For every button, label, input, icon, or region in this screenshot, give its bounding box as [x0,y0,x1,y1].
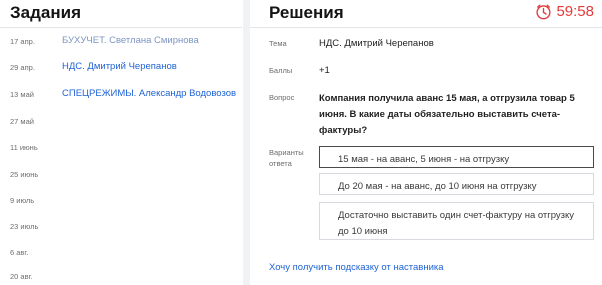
solutions-title: Решения [269,3,344,22]
points-value: +1 [319,65,330,76]
task-row: 23 июль [0,216,242,242]
task-date: 29 апр. [10,63,35,72]
task-date: 25 июнь [10,170,39,179]
topic-value: НДС. Дмитрий Черепанов [319,38,434,49]
answer-option-text: До 20 мая - на аванс, до 10 июня на отгр… [338,181,537,192]
task-row: 25 июнь [0,164,242,190]
task-date: 9 июль [10,196,35,205]
timer-value: 59:58 [556,3,594,20]
task-row: 27 май [0,111,242,137]
task-row: 11 июнь [0,137,242,163]
task-row[interactable]: 17 апр. БУХУЧЕТ. Светлана Смирнова [0,31,242,57]
points-label: Баллы [269,66,293,75]
answer-option-1[interactable]: 15 мая - на аванс, 5 июня - на отгрузку [319,146,594,168]
task-row: 6 авг. [0,242,242,268]
task-link[interactable]: НДС. Дмитрий Черепанов [62,61,177,72]
task-date: 13 май [10,90,34,99]
task-date: 11 июнь [10,143,38,152]
answer-option-text: 15 мая - на аванс, 5 июня - на отгрузку [338,154,510,165]
solutions-panel: Решения 59:58 Тема НДС. Дмитрий Черепано… [250,0,602,285]
task-link[interactable]: БУХУЧЕТ. Светлана Смирнова [62,35,199,46]
tasks-title-divider [0,27,242,28]
task-row[interactable]: 29 апр. НДС. Дмитрий Черепанов [0,57,242,83]
task-link[interactable]: СПЕЦРЕЖИМЫ. Александр Водовозов [62,88,236,99]
task-date: 23 июль [10,222,39,231]
solutions-title-divider [250,27,602,28]
panel-divider [243,0,250,285]
mentor-hint-link[interactable]: Хочу получить подсказку от наставника [269,262,444,273]
countdown-timer: 59:58 [535,3,594,20]
clock-icon [536,4,552,20]
tasks-panel: Задания 17 апр. БУХУЧЕТ. Светлана Смирно… [0,0,242,285]
answer-option-2[interactable]: До 20 мая - на аванс, до 10 июня на отгр… [319,173,594,195]
question-text: Компания получила аванс 15 мая, а отгруз… [319,93,575,136]
task-date: 27 май [10,117,34,126]
options-label: Варианты ответа [269,148,304,168]
task-row[interactable]: 13 май СПЕЦРЕЖИМЫ. Александр Водовозов [0,84,242,110]
task-date: 17 апр. [10,37,35,46]
task-date: 20 авг. [10,272,33,281]
topic-label: Тема [269,39,287,48]
task-row: 20 авг. [0,266,242,285]
question-label: Вопрос [269,93,295,102]
task-row: 9 июль [0,190,242,216]
answer-option-text: Достаточно выставить один счет-фактуру н… [338,210,575,237]
answer-option-3[interactable]: Достаточно выставить один счет-фактуру н… [319,202,594,240]
task-date: 6 авг. [10,248,29,257]
tasks-title: Задания [10,3,81,22]
